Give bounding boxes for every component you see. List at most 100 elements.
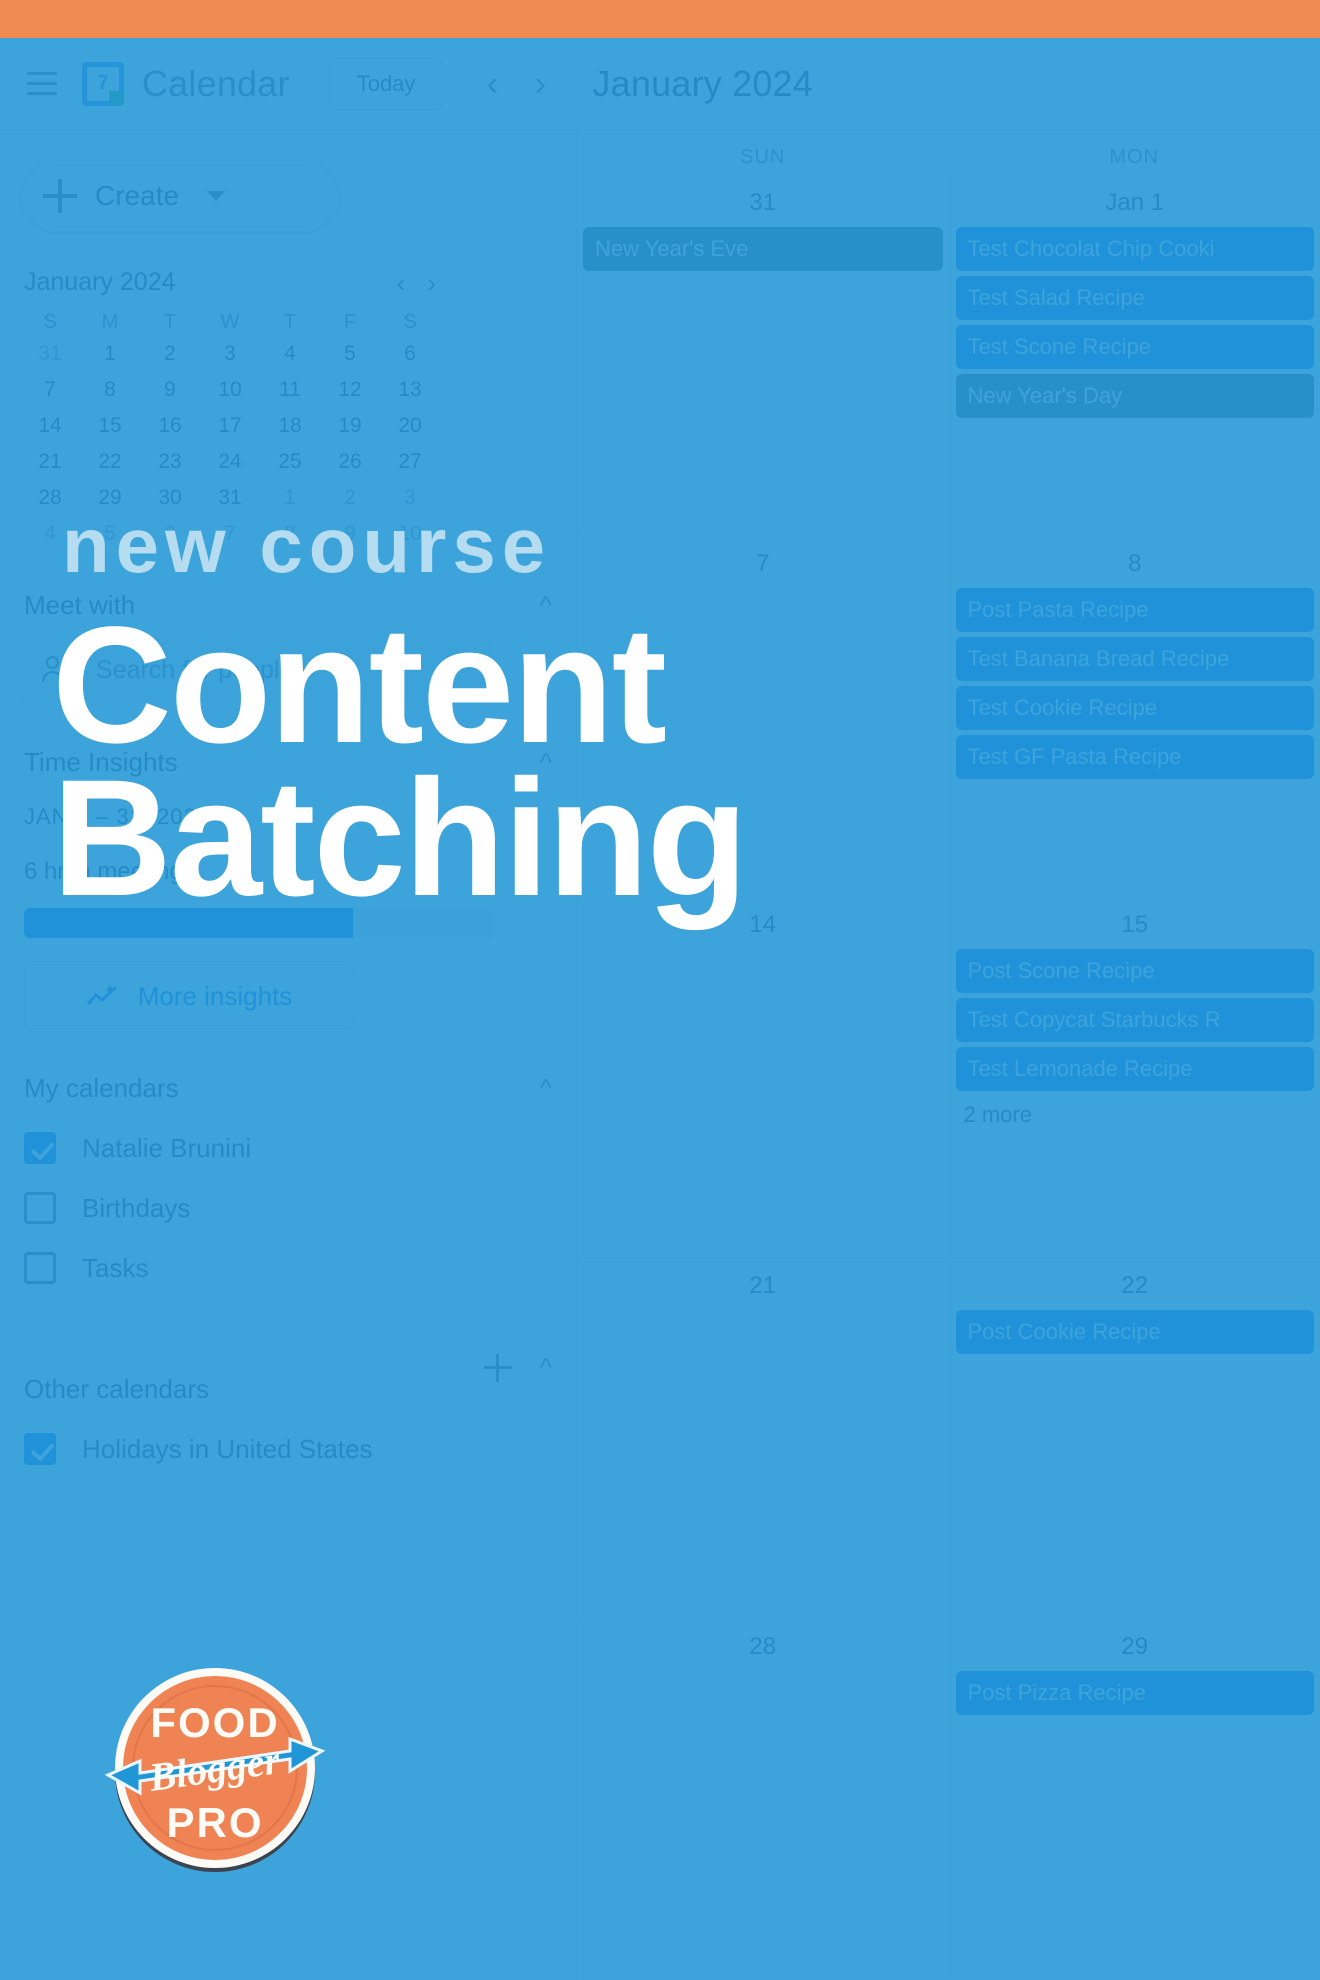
grid-day-number[interactable]: 14 — [577, 903, 949, 949]
mini-calendar-day[interactable]: 20 — [380, 414, 440, 438]
grid-day-number[interactable]: 8 — [950, 542, 1320, 588]
calendar-event[interactable]: Test Copycat Starbucks R — [955, 998, 1314, 1042]
calendar-event[interactable]: New Year's Eve — [583, 227, 943, 271]
mini-calendar-day[interactable]: 22 — [80, 450, 140, 474]
calendar-event[interactable]: New Year's Day — [955, 374, 1314, 418]
mini-calendar-day[interactable]: 6 — [140, 522, 200, 546]
more-events-link[interactable]: 2 more — [950, 1096, 1320, 1134]
calendar-event[interactable]: Test Scone Recipe — [955, 325, 1314, 369]
today-button[interactable]: Today — [329, 57, 443, 110]
chevron-up-icon[interactable]: ^ — [540, 747, 552, 778]
mini-calendar-day[interactable]: 4 — [20, 522, 80, 546]
grid-day-cell[interactable]: 21 — [577, 1258, 949, 1618]
chevron-up-icon[interactable]: ^ — [540, 1352, 552, 1383]
mini-calendar-day[interactable]: 17 — [200, 414, 260, 438]
calendar-event[interactable]: Test Salad Recipe — [955, 276, 1314, 320]
grid-day-number[interactable]: Jan 1 — [950, 181, 1320, 227]
mini-calendar-day[interactable]: 7 — [20, 378, 80, 402]
calendar-list-item[interactable]: Tasks — [0, 1238, 576, 1298]
grid-day-number[interactable]: 29 — [950, 1625, 1320, 1671]
next-period-button[interactable]: › — [516, 60, 564, 108]
mini-calendar-day[interactable]: 12 — [320, 378, 380, 402]
mini-calendar-day[interactable]: 2 — [320, 486, 380, 510]
mini-calendar-day[interactable]: 13 — [380, 378, 440, 402]
grid-day-number[interactable]: 7 — [577, 542, 949, 588]
mini-calendar-day[interactable]: 31 — [20, 342, 80, 366]
calendar-event[interactable]: Test GF Pasta Recipe — [955, 735, 1314, 779]
mini-calendar-day[interactable]: 2 — [140, 342, 200, 366]
mini-calendar-day[interactable]: 26 — [320, 450, 380, 474]
hamburger-icon[interactable] — [18, 60, 66, 108]
grid-day-number[interactable]: 31 — [577, 181, 949, 227]
calendar-list-item[interactable]: Natalie Brunini — [0, 1118, 576, 1178]
time-insights-header[interactable]: Time Insights ^ — [0, 747, 576, 778]
calendar-event[interactable]: Post Pasta Recipe — [955, 588, 1314, 632]
mini-calendar-day[interactable]: 11 — [260, 378, 320, 402]
other-calendars-header[interactable]: Other calendars ^ — [0, 1330, 576, 1405]
calendar-event[interactable]: Test Cookie Recipe — [955, 686, 1314, 730]
mini-calendar-day[interactable]: 28 — [20, 486, 80, 510]
calendar-checkbox[interactable] — [24, 1192, 56, 1224]
mini-calendar-day[interactable]: 24 — [200, 450, 260, 474]
mini-calendar-day[interactable]: 21 — [20, 450, 80, 474]
mini-calendar-day[interactable]: 3 — [200, 342, 260, 366]
mini-calendar-day[interactable]: 18 — [260, 414, 320, 438]
grid-day-cell[interactable]: 8 Post Pasta Recipe Test Banana Bread Reci… — [948, 536, 1320, 896]
mini-calendar-day[interactable]: 7 — [200, 522, 260, 546]
calendar-checkbox[interactable] — [24, 1132, 56, 1164]
meet-with-header[interactable]: Meet with ^ — [0, 590, 576, 621]
mini-calendar-day[interactable]: 1 — [260, 486, 320, 510]
mini-next-month-button[interactable]: › — [427, 270, 436, 296]
mini-calendar-day[interactable]: 6 — [380, 342, 440, 366]
my-calendars-header[interactable]: My calendars ^ — [0, 1073, 576, 1104]
mini-calendar-day[interactable]: 14 — [20, 414, 80, 438]
calendar-event[interactable]: Test Lemonade Recipe — [955, 1047, 1314, 1091]
grid-day-cell[interactable]: 29 Post Pizza Recipe — [948, 1619, 1320, 1979]
grid-day-number[interactable]: 15 — [950, 903, 1320, 949]
more-insights-button[interactable]: More insights — [24, 964, 354, 1029]
mini-calendar-day[interactable]: 15 — [80, 414, 140, 438]
mini-calendar-day[interactable]: 16 — [140, 414, 200, 438]
mini-calendar-day[interactable]: 29 — [80, 486, 140, 510]
grid-day-cell[interactable]: 14 — [577, 897, 949, 1257]
mini-calendar-day[interactable]: 1 — [80, 342, 140, 366]
chevron-up-icon[interactable]: ^ — [540, 590, 552, 621]
mini-calendar-day[interactable]: 8 — [80, 378, 140, 402]
grid-day-number[interactable]: 28 — [577, 1625, 949, 1671]
calendar-event[interactable]: Test Banana Bread Recipe — [955, 637, 1314, 681]
add-other-calendar-icon[interactable] — [483, 1353, 512, 1382]
mini-calendar-day[interactable]: 3 — [380, 486, 440, 510]
calendar-event[interactable]: Post Scone Recipe — [955, 949, 1314, 993]
grid-day-cell[interactable]: 28 — [577, 1619, 949, 1979]
mini-calendar-day[interactable]: 10 — [200, 378, 260, 402]
chevron-up-icon[interactable]: ^ — [540, 1073, 552, 1104]
mini-calendar-day[interactable]: 9 — [320, 522, 380, 546]
mini-calendar-day[interactable]: 25 — [260, 450, 320, 474]
search-people-input[interactable]: Search for people — [20, 637, 490, 703]
mini-calendar-day[interactable]: 5 — [320, 342, 380, 366]
mini-calendar-day[interactable]: 8 — [260, 522, 320, 546]
create-button[interactable]: Create — [20, 160, 340, 232]
calendar-event[interactable]: Post Cookie Recipe — [955, 1310, 1314, 1354]
mini-calendar-day[interactable]: 30 — [140, 486, 200, 510]
mini-prev-month-button[interactable]: ‹ — [397, 270, 406, 296]
grid-day-cell[interactable]: 22 Post Cookie Recipe — [948, 1258, 1320, 1618]
calendar-list-item[interactable]: Birthdays — [0, 1178, 576, 1238]
calendar-event[interactable]: Test Chocolat Chip Cooki — [955, 227, 1314, 271]
grid-day-cell[interactable]: 31 New Year's Eve — [577, 175, 949, 535]
grid-day-cell[interactable]: Jan 1 Test Chocolat Chip Cooki Test Salad … — [948, 175, 1320, 535]
calendar-checkbox[interactable] — [24, 1433, 56, 1465]
calendar-event[interactable]: Post Pizza Recipe — [955, 1671, 1314, 1715]
mini-calendar-day[interactable]: 10 — [380, 522, 440, 546]
calendar-checkbox[interactable] — [24, 1252, 56, 1284]
calendar-list-item[interactable]: Holidays in United States — [0, 1419, 576, 1479]
mini-calendar-day[interactable]: 23 — [140, 450, 200, 474]
prev-period-button[interactable]: ‹ — [468, 60, 516, 108]
mini-calendar-day[interactable]: 19 — [320, 414, 380, 438]
mini-calendar-day[interactable]: 9 — [140, 378, 200, 402]
grid-day-cell[interactable]: 7 — [577, 536, 949, 896]
grid-day-number[interactable]: 22 — [950, 1264, 1320, 1310]
grid-day-cell[interactable]: 15 Post Scone Recipe Test Copycat Starbuck… — [948, 897, 1320, 1257]
mini-calendar-day[interactable]: 31 — [200, 486, 260, 510]
grid-day-number[interactable]: 21 — [577, 1264, 949, 1310]
